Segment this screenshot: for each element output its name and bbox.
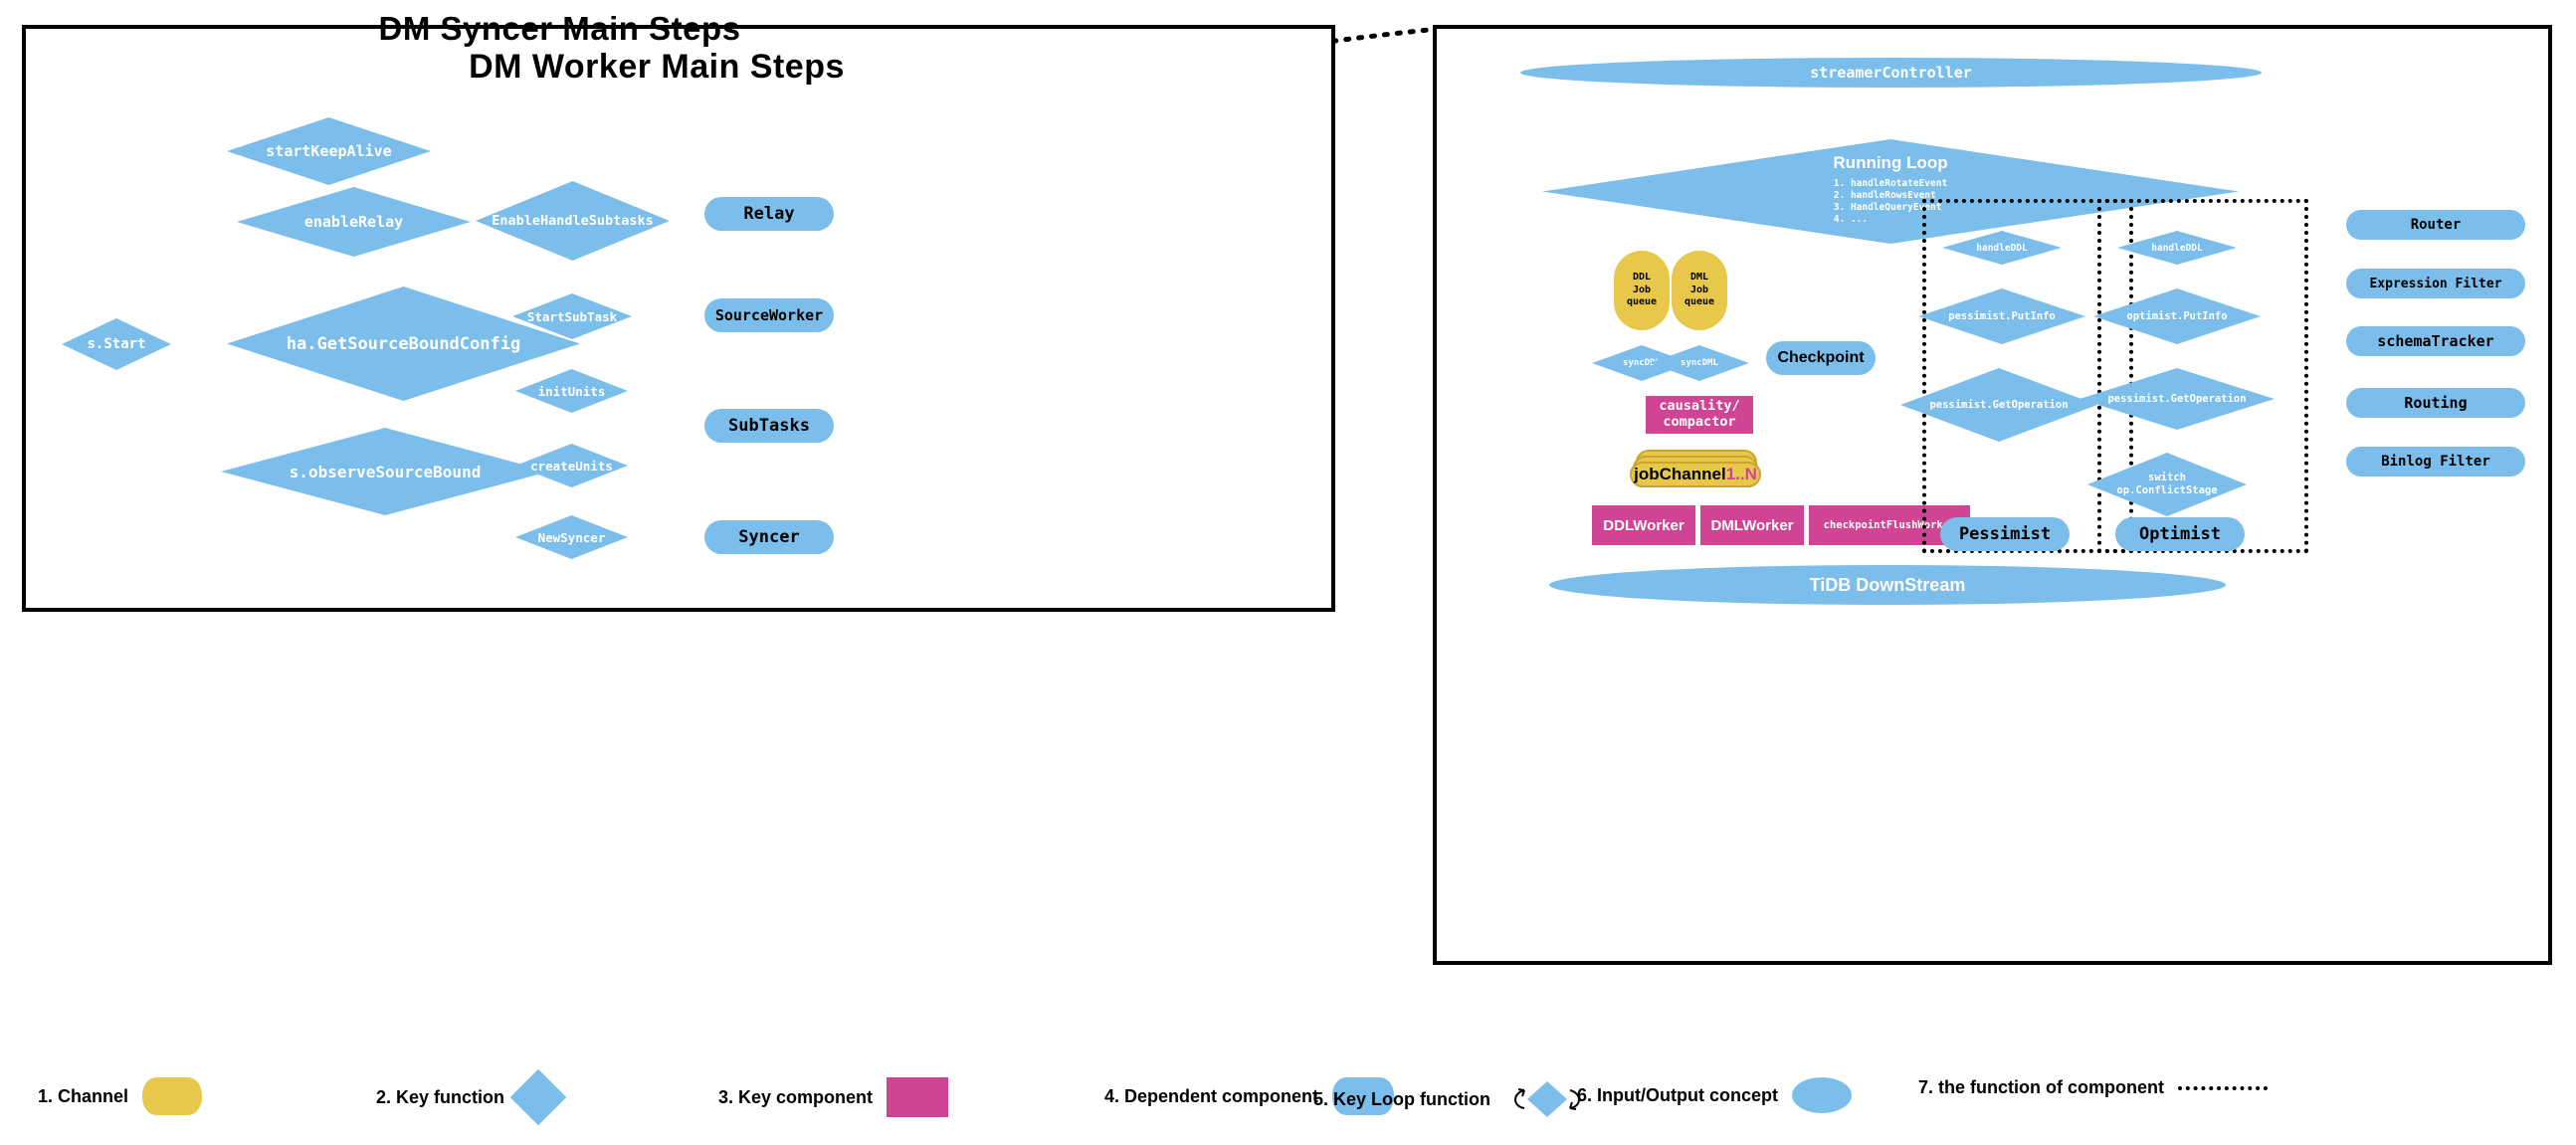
component-binlog-filter[interactable]: Binlog Filter	[2346, 447, 2525, 477]
queue-dml-job[interactable]: DML Job queue	[1672, 251, 1727, 330]
legend-item-key-loop-function: 5. Key Loop function	[1313, 1077, 1590, 1121]
dotted-line-swatch-icon	[2177, 1085, 2268, 1090]
ellipse-swatch-icon	[1791, 1077, 1852, 1113]
component-schema-tracker[interactable]: schemaTracker	[2346, 326, 2525, 356]
legend-label-dependent-component: 4. Dependent component	[1104, 1085, 1319, 1106]
node-dml-worker[interactable]: DMLWorker	[1700, 505, 1804, 545]
worker-panel-title: DM Worker Main Steps	[469, 48, 845, 86]
job-channel-count: 1..N	[1725, 465, 1757, 483]
running-loop-item-1: 1. handleRotateEvent	[1833, 178, 1948, 189]
queue-ddl-job[interactable]: DDL Job queue	[1614, 251, 1670, 330]
node-tidb-downstream[interactable]: TiDB DownStream	[1549, 565, 2226, 605]
legend-item-function-of-component: 7. the function of component	[1918, 1077, 2268, 1098]
legend: 1. Channel 2. Key function 3. Key compon…	[0, 1068, 2576, 1129]
queue-ddl-line-3: queue	[1626, 296, 1658, 308]
legend-label-key-loop-function: 5. Key Loop function	[1313, 1088, 1490, 1109]
diamond-swatch-icon	[509, 1068, 567, 1126]
queue-dml-line-1: DML	[1689, 272, 1709, 284]
node-streamer-controller[interactable]: streamerController	[1520, 58, 2262, 88]
legend-label-input-output-concept: 6. Input/Output concept	[1577, 1084, 1778, 1105]
switch-line-2: op.ConflictStage	[2116, 484, 2218, 496]
legend-label-key-function: 2. Key function	[376, 1086, 505, 1107]
queue-dml-line-3: queue	[1684, 296, 1715, 308]
causality-line-1: causality/	[1659, 398, 1740, 415]
job-channel-label: jobChannel	[1634, 465, 1726, 483]
queue-ddl-line-1: DDL	[1632, 272, 1652, 284]
component-expression-filter[interactable]: Expression Filter	[2346, 269, 2525, 298]
queue-dml-line-2: Job	[1689, 284, 1709, 295]
legend-item-key-component: 3. Key component	[718, 1077, 949, 1117]
channel-stack-job-channel[interactable]: jobChannel 1..N	[1630, 450, 1769, 489]
component-router[interactable]: Router	[2346, 210, 2525, 240]
node-checkpoint[interactable]: Checkpoint	[1766, 341, 1876, 375]
component-source-worker[interactable]: SourceWorker	[704, 298, 834, 332]
legend-label-channel: 1. Channel	[38, 1085, 129, 1106]
component-pessimist[interactable]: Pessimist	[1940, 517, 2070, 551]
legend-label-function-of-component: 7. the function of component	[1918, 1077, 2164, 1097]
node-ddl-worker[interactable]: DDLWorker	[1592, 505, 1695, 545]
causality-line-2: compactor	[1663, 414, 1736, 430]
channel-layer-front: jobChannel 1..N	[1630, 462, 1761, 487]
channel-swatch-icon	[142, 1077, 203, 1115]
component-relay[interactable]: Relay	[704, 197, 834, 231]
legend-item-channel: 1. Channel	[38, 1077, 203, 1115]
legend-label-key-component: 3. Key component	[718, 1086, 874, 1107]
component-optimist[interactable]: Optimist	[2115, 517, 2245, 551]
component-routing[interactable]: Routing	[2346, 388, 2525, 418]
switch-line-1: switch	[2148, 472, 2186, 484]
node-causality-compactor[interactable]: causality/ compactor	[1646, 396, 1753, 434]
legend-item-key-function: 2. Key function	[376, 1068, 567, 1126]
component-syncer[interactable]: Syncer	[704, 520, 834, 554]
queue-ddl-line-2: Job	[1632, 284, 1652, 295]
pink-rect-swatch-icon	[887, 1077, 949, 1117]
syncer-panel-title: DM Syncer Main Steps	[378, 10, 741, 47]
component-sub-tasks[interactable]: SubTasks	[704, 409, 834, 443]
dm-worker-panel	[22, 25, 1335, 612]
running-loop-title: Running Loop	[1833, 153, 1948, 172]
legend-item-input-output-concept: 6. Input/Output concept	[1577, 1077, 1852, 1113]
